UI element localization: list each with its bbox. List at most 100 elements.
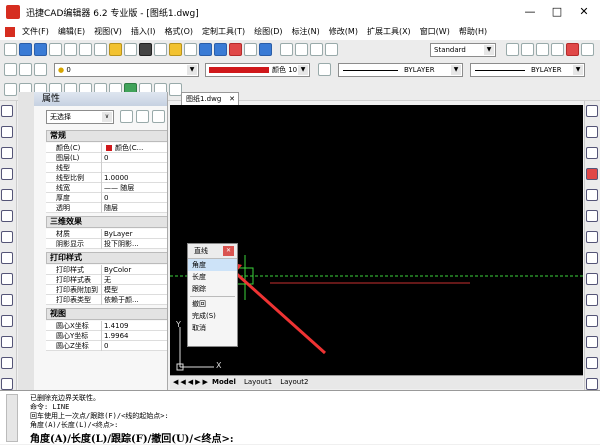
paste-icon[interactable] — [169, 43, 182, 56]
minimize-button[interactable]: — — [518, 4, 542, 20]
delete-object-icon[interactable] — [586, 168, 598, 180]
text-a3-icon[interactable] — [310, 43, 323, 56]
color-select[interactable]: 颜色 10 ▼ — [205, 63, 310, 77]
undo-icon[interactable] — [199, 43, 212, 56]
circle-icon[interactable] — [1, 210, 13, 222]
menu-item[interactable]: 插入(I) — [131, 26, 156, 37]
cut-icon[interactable] — [139, 43, 152, 56]
context-menu-item[interactable]: 角度 — [188, 259, 237, 271]
polyline-icon[interactable] — [1, 126, 13, 138]
dim-angular-icon[interactable] — [581, 43, 594, 56]
menu-item[interactable]: 绘图(D) — [254, 26, 282, 37]
linetype-select[interactable]: BYLAYER ▼ — [338, 63, 463, 77]
property-row[interactable]: 线宽 —— 随层 — [46, 183, 167, 193]
layer-state-icon[interactable] — [19, 63, 32, 76]
context-menu-item[interactable]: 取消 — [188, 322, 237, 334]
hatch-icon[interactable] — [1, 315, 13, 327]
property-row[interactable]: 圆心X坐标 1.4109 — [46, 321, 167, 331]
line-icon[interactable] — [1, 105, 13, 117]
save-icon[interactable] — [34, 43, 47, 56]
context-menu-item[interactable]: 长度 — [188, 271, 237, 283]
match-icon[interactable] — [124, 43, 137, 56]
rectangle-icon[interactable] — [1, 273, 13, 285]
menu-item[interactable]: 编辑(E) — [58, 26, 85, 37]
property-row[interactable]: 材质 ByLayer — [46, 229, 167, 239]
close-icon[interactable]: ✕ — [223, 246, 234, 256]
text-a-icon[interactable] — [280, 43, 293, 56]
dim-aligned-icon[interactable] — [521, 43, 534, 56]
selection-select[interactable]: 无选择 ∨ — [46, 110, 114, 124]
property-row[interactable]: 打印表附加到 模型 — [46, 285, 167, 295]
property-row[interactable]: 图层(L) 0 — [46, 153, 167, 163]
text-a4-icon[interactable] — [325, 43, 338, 56]
property-row[interactable]: 圆心Z坐标 0 — [46, 341, 167, 351]
layout-tab[interactable]: Layout2 — [280, 376, 308, 388]
arc-icon[interactable] — [1, 189, 13, 201]
property-row[interactable]: 阴影显示 投下阴影... — [46, 239, 167, 249]
maximize-button[interactable]: □ — [545, 4, 569, 20]
erase-icon[interactable] — [586, 105, 598, 117]
open-icon[interactable] — [19, 43, 32, 56]
command-grip[interactable] — [6, 394, 18, 442]
copy-object-icon[interactable] — [586, 126, 598, 138]
quick-select-icon[interactable] — [120, 110, 133, 123]
section-header[interactable]: 常规▲ — [46, 130, 167, 142]
dim-diameter-icon[interactable] — [566, 43, 579, 56]
menu-item[interactable]: 视图(V) — [94, 26, 122, 37]
section-header[interactable]: 三维效果▲ — [46, 216, 167, 228]
property-row[interactable]: 线型 — [46, 163, 167, 173]
section-header[interactable]: 视图▲ — [46, 308, 167, 320]
dim-linear-icon[interactable] — [506, 43, 519, 56]
property-row[interactable]: 线型比例 1.0000 — [46, 173, 167, 183]
fillet-icon[interactable] — [586, 378, 598, 390]
spline-icon[interactable] — [1, 168, 13, 180]
menu-item[interactable]: 文件(F) — [22, 26, 49, 37]
print-preview-icon[interactable] — [64, 43, 77, 56]
context-menu-item[interactable]: 完成(S) — [188, 310, 237, 322]
property-row[interactable]: 打印样式表无 — [46, 275, 167, 285]
point-icon[interactable] — [1, 252, 13, 264]
copy-icon[interactable] — [154, 43, 167, 56]
move-icon[interactable] — [586, 231, 598, 243]
layer-manager-icon[interactable] — [4, 63, 17, 76]
menu-item[interactable]: 扩展工具(X) — [367, 26, 411, 37]
insert-icon[interactable] — [1, 378, 13, 390]
help-icon[interactable] — [259, 43, 272, 56]
tab-drawing[interactable]: 图纸1.dwg ✕ — [181, 92, 239, 105]
offset-icon[interactable] — [586, 189, 598, 201]
layer-select[interactable]: ● 0 ▼ — [54, 63, 199, 77]
layer-prev-icon[interactable] — [34, 63, 47, 76]
property-row[interactable]: 圆心Y坐标 1.9964 — [46, 331, 167, 341]
chamfer-icon[interactable] — [586, 357, 598, 369]
brush-icon[interactable] — [184, 43, 197, 56]
text-a2-icon[interactable] — [295, 43, 308, 56]
stretch-icon[interactable] — [586, 294, 598, 306]
menu-item[interactable]: 标注(N) — [292, 26, 320, 37]
pickadd-icon[interactable] — [152, 110, 165, 123]
select-objects-icon[interactable] — [136, 110, 149, 123]
property-row[interactable]: 透明 随层 — [46, 203, 167, 213]
context-menu-item[interactable]: 撤回 — [188, 298, 237, 310]
ray-icon[interactable] — [1, 147, 13, 159]
array-icon[interactable] — [586, 210, 598, 222]
spellcheck-icon[interactable] — [109, 43, 122, 56]
redo-icon[interactable] — [214, 43, 227, 56]
dim-ordinate-icon[interactable] — [536, 43, 549, 56]
property-row[interactable]: 打印样式 ByColor — [46, 265, 167, 275]
find-icon[interactable] — [94, 43, 107, 56]
text-style-select[interactable]: Standard ▼ — [430, 43, 496, 57]
property-row[interactable]: 打印表类型 依赖于颜... — [46, 295, 167, 305]
menu-item[interactable]: 格式(O) — [164, 26, 193, 37]
polygon-icon[interactable] — [1, 294, 13, 306]
layout-tab[interactable]: Layout1 — [244, 376, 272, 388]
scale-icon[interactable] — [586, 273, 598, 285]
mirror-icon[interactable] — [586, 147, 598, 159]
menu-item[interactable]: 窗口(W) — [420, 26, 450, 37]
3d-box-icon[interactable] — [4, 83, 17, 96]
region-icon[interactable] — [1, 336, 13, 348]
menu-item[interactable]: 定制工具(T) — [202, 26, 245, 37]
tab-nav-arrows[interactable]: ◀◀◀▶▶ — [173, 376, 210, 388]
context-menu-item[interactable]: 跟踪 — [188, 283, 237, 295]
delete-icon[interactable] — [229, 43, 242, 56]
property-row[interactable]: 颜色(C) 颜色(C... — [46, 143, 167, 153]
